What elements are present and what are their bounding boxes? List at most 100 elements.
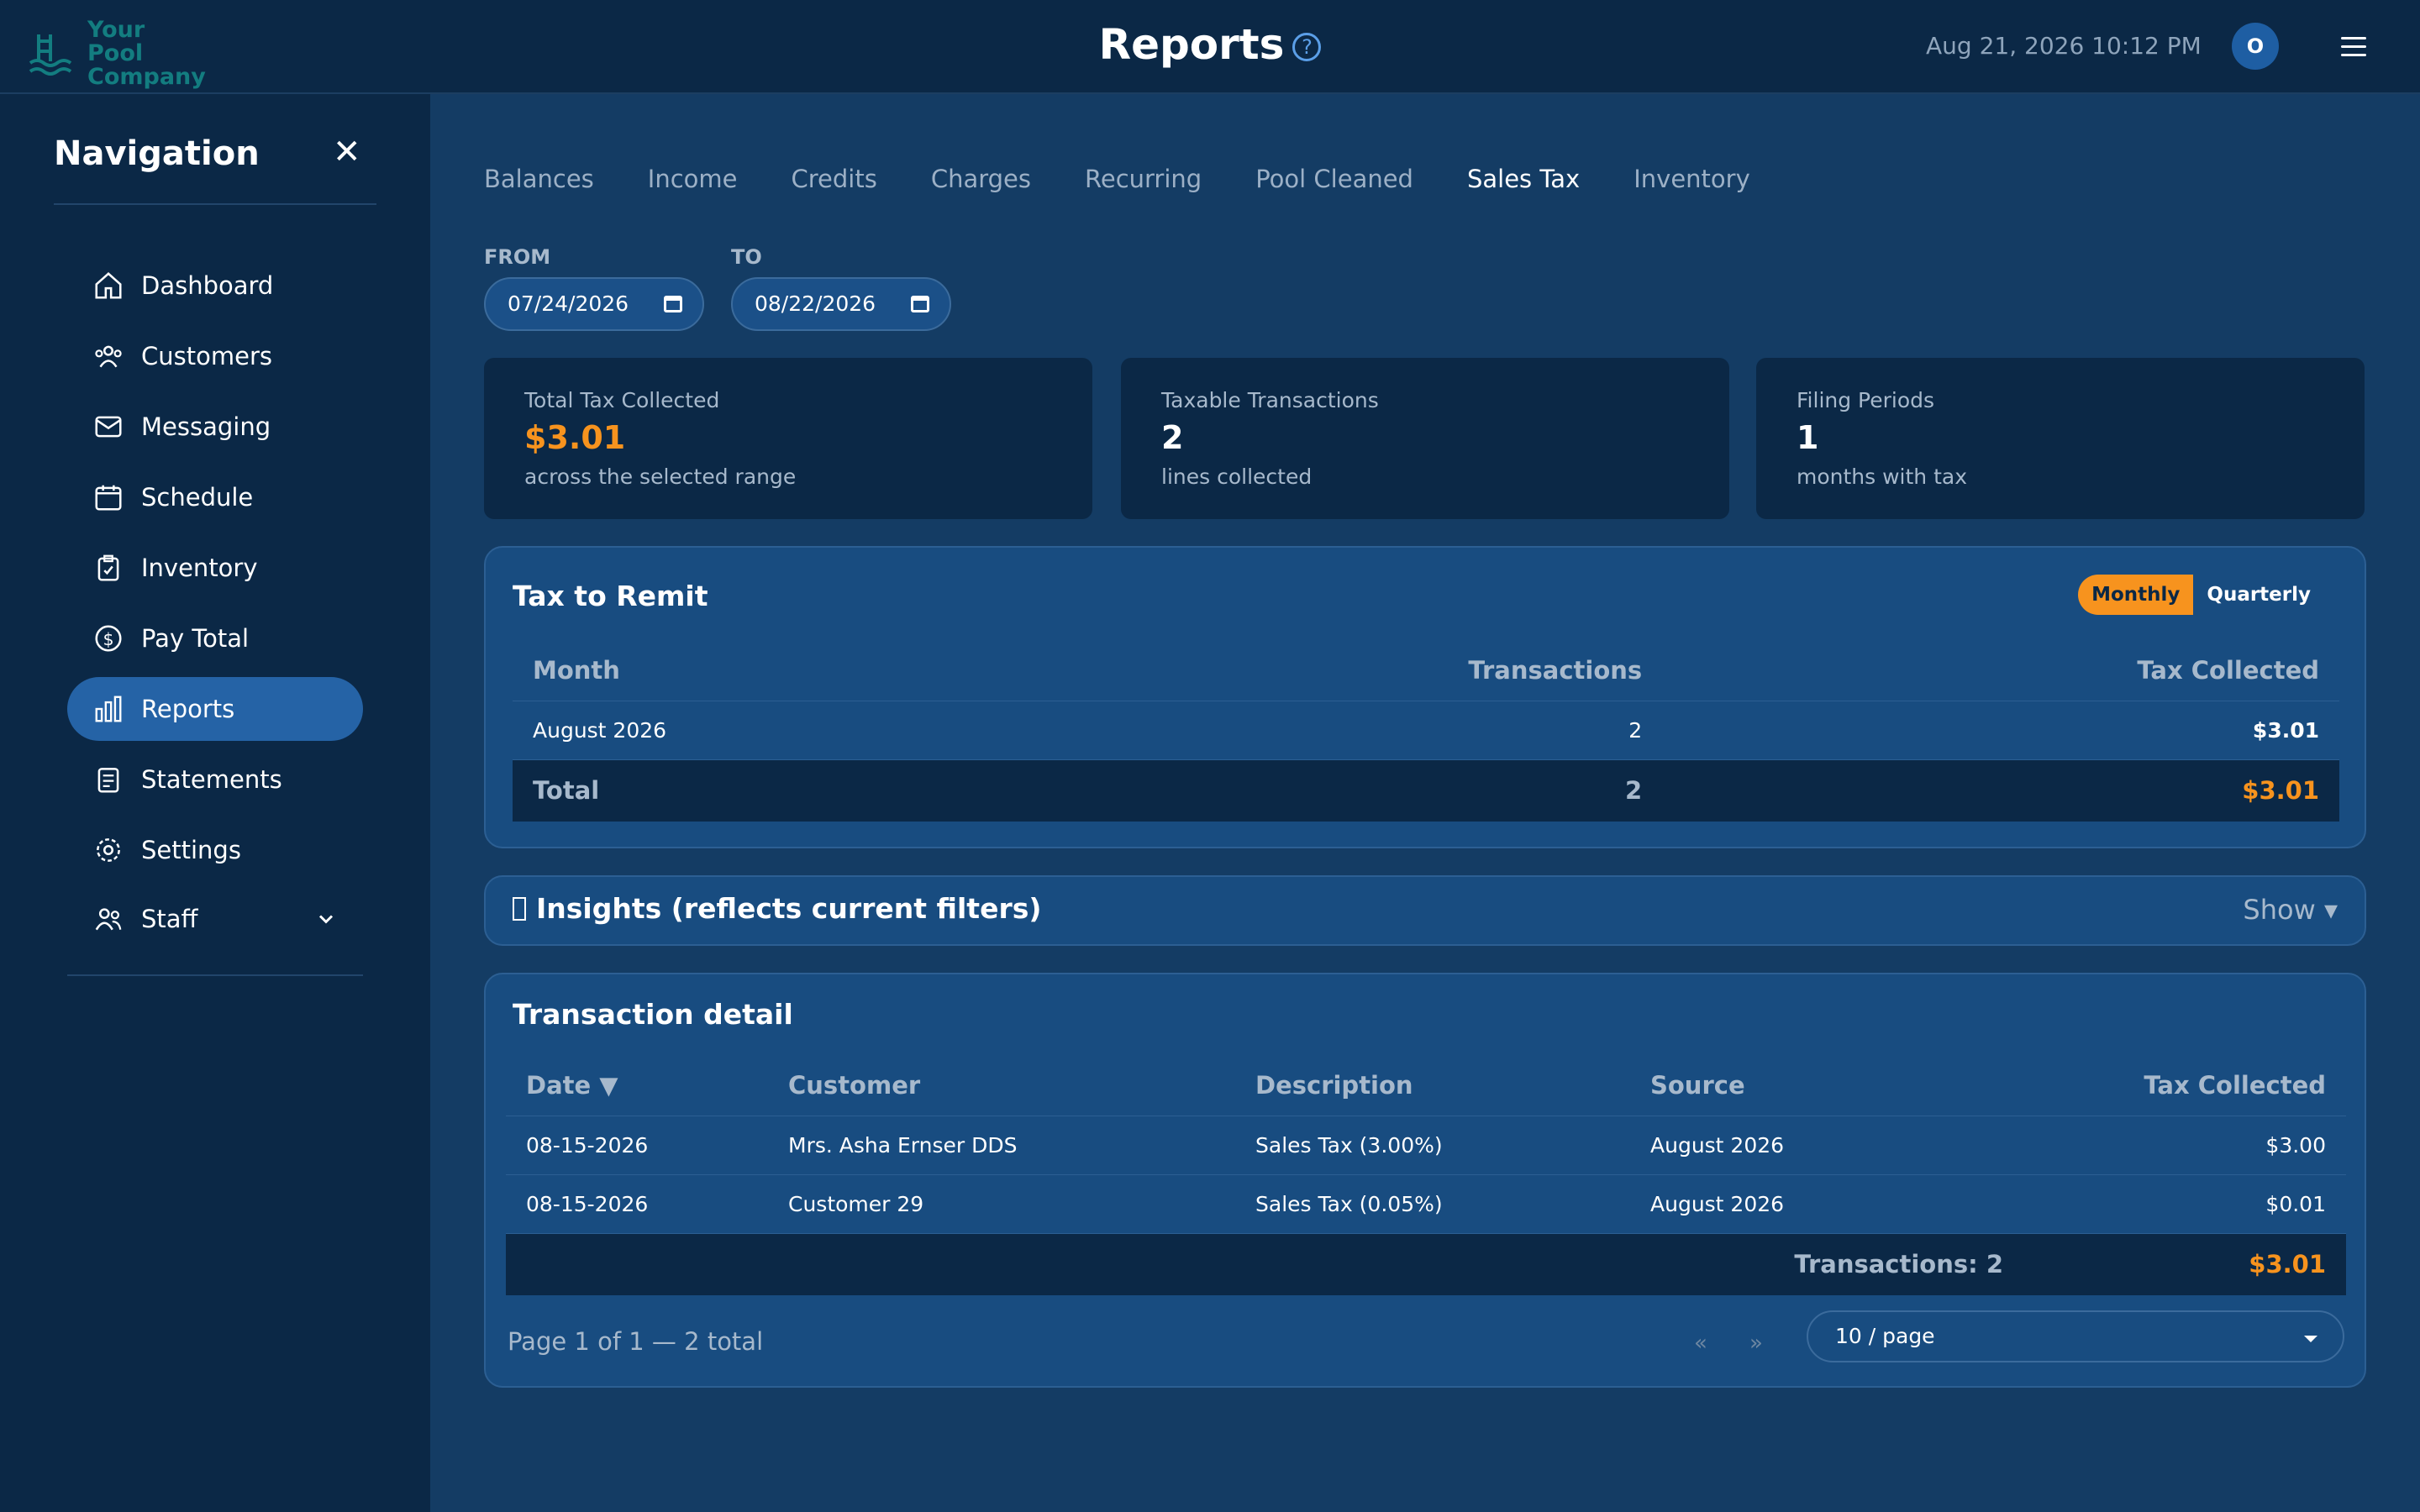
to-date-input[interactable]: 08/22/2026 [731,277,951,331]
tab-credits[interactable]: Credits [792,165,877,193]
cell-source: August 2026 [1650,1191,1785,1216]
monthly-toggle[interactable]: Monthly [2078,575,2194,615]
tab-income[interactable]: Income [648,165,738,193]
cell-description: Sales Tax (3.00%) [1255,1132,1443,1158]
to-date-value: 08/22/2026 [755,291,876,316]
tab-balances[interactable]: Balances [484,165,594,193]
remit-table: Month Transactions Tax Collected August … [513,640,2339,822]
cell-transactions: 2 [1628,717,1643,743]
pagination-summary: Page 1 of 1 — 2 total [508,1327,764,1356]
tab-inventory[interactable]: Inventory [1634,165,1750,193]
transactions-count: Transactions: 2 [1794,1250,2003,1279]
home-icon [95,272,122,299]
tab-pool-cleaned[interactable]: Pool Cleaned [1255,165,1413,193]
stat-value: 1 [1797,419,1819,456]
cell-description: Sales Tax (0.05%) [1255,1191,1443,1216]
col-date-sort[interactable]: Date ▼ [506,1055,788,1116]
sidebar-item-messaging[interactable]: Messaging [67,395,363,459]
stat-card-taxable-transactions: Taxable Transactions 2 lines collected [1121,358,1729,519]
cell-date: 08-15-2026 [526,1191,649,1216]
help-icon[interactable]: ? [1292,33,1322,61]
col-tax-collected[interactable]: Tax Collected [1642,640,2339,701]
sidebar-item-statements[interactable]: Statements [67,748,363,811]
calendar-icon [95,485,122,511]
table-header: Month Transactions Tax Collected [513,640,2339,701]
sidebar-item-label: Pay Total [141,624,250,653]
sidebar-item-label: Settings [141,836,241,864]
divider [54,203,376,205]
tax-to-remit-card: Tax to Remit Monthly Quarterly Month Tra… [484,546,2366,848]
close-icon[interactable]: ✕ [333,135,361,169]
table-row: August 2026 2 $3.01 [513,701,2339,759]
to-label: TO [731,245,762,269]
period-toggle: Monthly Quarterly [2078,575,2324,615]
gear-icon [97,838,120,862]
sidebar-item-inventory[interactable]: Inventory [67,536,363,600]
from-label: FROM [484,245,551,269]
cell-tax: $3.01 [2252,717,2319,743]
menu-icon[interactable] [2341,37,2366,62]
stat-value: $3.01 [524,419,626,456]
insights-panel[interactable]: Insights (reflects current filters) Show… [484,875,2366,946]
stat-label: Taxable Transactions [1161,388,1379,412]
sidebar-item-schedule[interactable]: Schedule [67,465,363,529]
tab-sales-tax[interactable]: Sales Tax [1467,165,1580,193]
calendar-icon[interactable] [664,296,682,312]
users-icon [95,345,122,368]
tab-charges[interactable]: Charges [931,165,1031,193]
dollar-circle-icon: $ [95,625,122,652]
footer-row: Transactions: 2 $3.01 [506,1233,2346,1295]
col-month[interactable]: Month [513,640,1043,701]
col-tax-collected[interactable]: Tax Collected [2003,1055,2346,1116]
current-datetime: Aug 21, 2026 10:12 PM [1926,32,2202,60]
sidebar-item-label: Reports [141,695,235,723]
from-date-value: 07/24/2026 [508,291,629,316]
sidebar-item-label: Messaging [141,412,271,441]
calendar-icon[interactable] [911,296,929,312]
tab-recurring[interactable]: Recurring [1085,165,1202,193]
sidebar-item-label: Dashboard [141,271,274,300]
stat-card-filing-periods: Filing Periods 1 months with tax [1756,358,2365,519]
cell-tax: $3.00 [2265,1132,2326,1158]
from-date-input[interactable]: 07/24/2026 [484,277,704,331]
card-title: Tax to Remit [513,580,708,612]
stat-label: Total Tax Collected [524,388,720,412]
table-row[interactable]: 08-15-2026 Mrs. Asha Ernser DDS Sales Ta… [506,1116,2346,1174]
user-avatar[interactable]: O [2232,23,2279,70]
divider [67,974,363,976]
table-row[interactable]: 08-15-2026 Customer 29 Sales Tax (0.05%)… [506,1174,2346,1233]
placeholder-glyph-icon [513,897,526,921]
sidebar-item-settings[interactable]: Settings [67,818,363,882]
sidebar-item-pay-total[interactable]: $ Pay Total [67,606,363,670]
show-insights-button[interactable]: Show ▾ [2243,894,2338,926]
page-size-value: 10 / page [1835,1324,1935,1348]
col-source[interactable]: Source [1650,1055,2003,1116]
stat-label: Filing Periods [1797,388,1935,412]
cell-customer: Customer 29 [788,1191,924,1216]
chevron-down-icon[interactable] [314,907,338,931]
card-title: Transaction detail [513,998,793,1031]
footer-total: $3.01 [2249,1250,2326,1279]
bar-chart-icon [95,696,122,722]
nav-title: Navigation [54,134,260,173]
quarterly-toggle[interactable]: Quarterly [2193,575,2324,615]
mail-icon [95,416,122,438]
page-size-select[interactable]: 10 / page [1807,1310,2344,1362]
transaction-detail-card: Transaction detail Date ▼ Customer Descr… [484,973,2366,1388]
sidebar-item-reports[interactable]: Reports [67,677,363,741]
sidebar-item-staff[interactable]: Staff [67,887,363,951]
cell-customer: Mrs. Asha Ernser DDS [788,1132,1018,1158]
table-header: Date ▼ Customer Description Source Tax C… [506,1055,2346,1116]
col-transactions[interactable]: Transactions [1043,640,1642,701]
col-customer[interactable]: Customer [788,1055,1255,1116]
next-page-button[interactable]: » [1749,1331,1763,1356]
sidebar-item-customers[interactable]: Customers [67,324,363,388]
page-title-text: Reports [1098,20,1285,69]
stat-value: 2 [1161,419,1184,456]
top-bar: Your Pool Company Reports? Aug 21, 2026 … [0,0,2420,94]
col-description[interactable]: Description [1255,1055,1650,1116]
sidebar-item-label: Inventory [141,554,258,582]
clipboard-check-icon [97,554,119,581]
sidebar-item-dashboard[interactable]: Dashboard [67,254,363,318]
prev-page-button[interactable]: « [1694,1331,1707,1356]
